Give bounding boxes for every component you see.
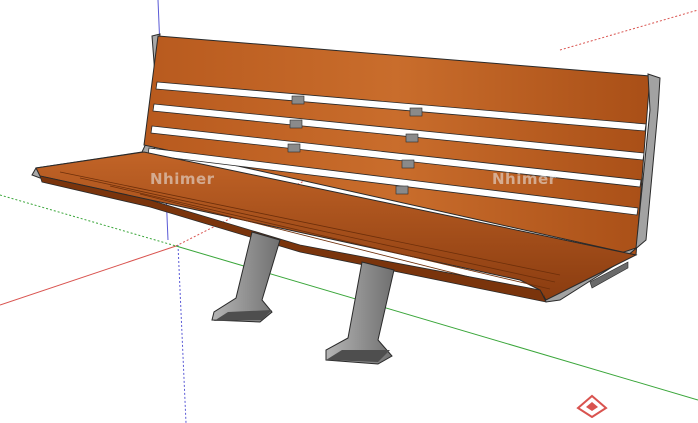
bench-scene [0, 0, 698, 423]
watermark-left: Nhimer [150, 170, 215, 188]
red-axis-back [0, 245, 177, 306]
red-house-logo-icon [576, 394, 608, 418]
red-axis-far [559, 9, 698, 51]
left-leg [211, 231, 281, 323]
blue-axis-down [177, 244, 187, 423]
modeling-viewport[interactable]: Nhimer Nhimer [0, 0, 698, 423]
right-leg [325, 261, 395, 365]
watermark-right: Nhimer [492, 170, 557, 188]
